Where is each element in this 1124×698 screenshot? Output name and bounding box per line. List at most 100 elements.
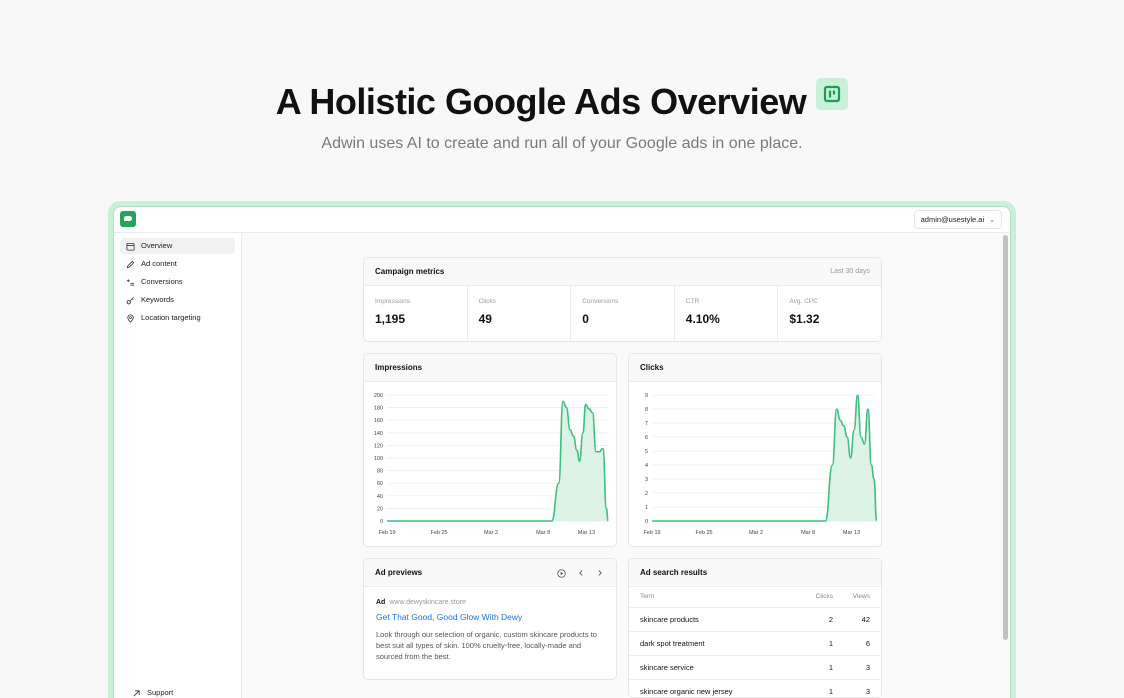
- sidebar-item-label: Overview: [141, 241, 173, 250]
- ad-url: www.dewyskincare.store: [389, 599, 466, 606]
- ad-previews-card: Ad previews Ad www.dewyskincare.store Get…: [363, 558, 617, 680]
- y-tick-label: 60: [377, 481, 383, 487]
- metric-conversions: Conversions 0: [571, 286, 675, 341]
- y-tick-label: 5: [645, 449, 648, 455]
- metric-label: Impressions: [375, 298, 411, 305]
- clicks-cell: 1: [785, 655, 833, 680]
- x-tick-label: Mar 8: [536, 530, 550, 536]
- y-tick-label: 100: [374, 456, 383, 462]
- conversion-icon: [126, 278, 135, 286]
- sidebar-item-label: Location targeting: [141, 313, 201, 322]
- y-tick-label: 8: [645, 407, 648, 413]
- column-header-views[interactable]: Views: [833, 587, 881, 608]
- card-title: Ad search results: [629, 559, 881, 587]
- sidebar-item-label: Support: [147, 688, 174, 697]
- table-row[interactable]: skincare organic new jersey 1 3: [629, 679, 881, 697]
- account-email: admin@usestyle.ai: [920, 215, 985, 224]
- hero-title-text: A Holistic Google Ads Overview: [275, 81, 807, 122]
- metric-ctr: CTR 4.10%: [675, 286, 779, 341]
- clicks-cell: 1: [785, 631, 833, 656]
- x-tick-label: Mar 13: [843, 530, 860, 536]
- play-icon[interactable]: [557, 568, 566, 578]
- sidebar: Overview Ad content Conversions Keywords…: [114, 233, 242, 698]
- map-pin-icon: [127, 314, 134, 323]
- y-tick-label: 4: [645, 463, 648, 469]
- y-tick-label: 40: [377, 494, 383, 500]
- table-row[interactable]: skincare service 1 3: [629, 655, 881, 680]
- y-tick-label: 0: [380, 519, 383, 525]
- clicks-chart: 0 1 2 3 4 5 6 7 8 9 Feb 19 Feb 25 Mar 2 Mar 8 Mar 13: [643, 393, 878, 536]
- views-cell: 3: [833, 655, 881, 680]
- x-tick-label: Feb 19: [378, 530, 395, 536]
- chevron-down-icon: ⌄: [989, 217, 995, 224]
- ad-label: Ad: [376, 599, 386, 606]
- term-cell: skincare organic new jersey: [629, 679, 785, 697]
- metrics-period: Last 30 days: [830, 268, 870, 275]
- clicks-chart-card: Clicks 0 1 2 3 4 5 6 7 8 9 Feb 19 Feb 25 Mar 2 Mar 8 M…: [628, 353, 882, 547]
- term-cell: dark spot treatment: [629, 631, 785, 656]
- top-bar: admin@usestyle.ai ⌄: [114, 207, 1010, 233]
- table-header-row: Term Clicks Views: [629, 587, 881, 608]
- pencil-icon: [126, 260, 135, 268]
- chevron-right-icon[interactable]: [596, 569, 604, 577]
- y-tick-label: 140: [374, 431, 383, 437]
- sidebar-item-conversions[interactable]: Conversions: [120, 274, 235, 290]
- y-tick-label: 20: [377, 506, 383, 512]
- metric-value: 0: [582, 312, 589, 326]
- metric-value: 1,195: [375, 312, 406, 326]
- x-tick-label: Feb 25: [695, 530, 712, 536]
- y-tick-label: 80: [377, 469, 383, 475]
- metric-label: Conversions: [582, 298, 619, 305]
- views-cell: 6: [833, 631, 881, 656]
- card-title: Ad previews: [364, 559, 616, 587]
- impressions-chart: 0 20 40 60 80 100 120 140 160 180 200 Feb 19 Feb 25 M…: [374, 393, 609, 536]
- column-header-term[interactable]: Term: [629, 587, 785, 608]
- term-cell: skincare service: [629, 655, 785, 680]
- key-icon: [126, 296, 134, 304]
- x-tick-label: Feb 25: [430, 530, 447, 536]
- ad-search-results-card: Ad search results Term Clicks Views skin…: [628, 558, 882, 698]
- kanban-icon: [816, 78, 849, 110]
- metric-label: Avg. CPC: [789, 298, 818, 305]
- impressions-chart-card: Impressions 0 20 40 60 80 100 120 140 160 180 200 F…: [363, 353, 617, 547]
- table-row[interactable]: dark spot treatment 1 6: [629, 631, 881, 656]
- sidebar-item-label: Conversions: [141, 277, 183, 286]
- x-tick-label: Feb 19: [643, 530, 660, 536]
- metric-value: 49: [478, 312, 492, 326]
- metric-value: $1.32: [789, 312, 820, 326]
- scrollbar[interactable]: [1003, 235, 1008, 640]
- account-dropdown[interactable]: admin@usestyle.ai ⌄: [913, 210, 1002, 229]
- search-results-table: Term Clicks Views skincare products 2 42…: [629, 587, 881, 697]
- chevron-left-icon[interactable]: [577, 569, 585, 577]
- ad-headline[interactable]: Get That Good, Good Glow With Dewy: [376, 612, 616, 622]
- campaign-metrics-card: Campaign metrics Last 30 days Impression…: [363, 257, 882, 342]
- sidebar-item-keywords[interactable]: Keywords: [120, 292, 235, 308]
- y-tick-label: 3: [645, 477, 648, 483]
- clicks-cell: 1: [785, 679, 833, 697]
- calendar-icon: [126, 242, 135, 251]
- views-cell: 3: [833, 679, 881, 697]
- sidebar-item-overview[interactable]: Overview: [120, 238, 235, 254]
- y-tick-label: 2: [645, 491, 648, 497]
- series-area: [387, 401, 609, 521]
- y-tick-label: 180: [374, 406, 383, 412]
- adwin-logo[interactable]: [120, 211, 136, 227]
- column-header-clicks[interactable]: Clicks: [785, 587, 833, 608]
- card-title: Clicks: [629, 354, 881, 382]
- sidebar-item-location-targeting[interactable]: Location targeting: [120, 310, 235, 326]
- previews-title: Ad previews: [375, 568, 423, 577]
- metric-value: 4.10%: [685, 312, 720, 326]
- x-tick-label: Mar 2: [484, 530, 498, 536]
- metric-clicks: Clicks 49: [468, 286, 572, 341]
- app-frame: admin@usestyle.ai ⌄ Overview Ad content C…: [108, 201, 1016, 698]
- y-tick-label: 6: [645, 435, 648, 441]
- sidebar-item-support[interactable]: Support: [126, 685, 173, 698]
- table-row[interactable]: skincare products 2 42: [629, 607, 881, 632]
- sidebar-item-ad-content[interactable]: Ad content: [120, 256, 235, 272]
- sidebar-item-label: Ad content: [141, 259, 177, 268]
- hero-subtitle: Adwin uses AI to create and run all of y…: [321, 135, 803, 152]
- arrow-up-right-icon: [133, 689, 140, 696]
- clicks-cell: 2: [785, 607, 833, 632]
- x-tick-label: Mar 13: [578, 530, 595, 536]
- card-title: Campaign metrics Last 30 days: [364, 258, 881, 286]
